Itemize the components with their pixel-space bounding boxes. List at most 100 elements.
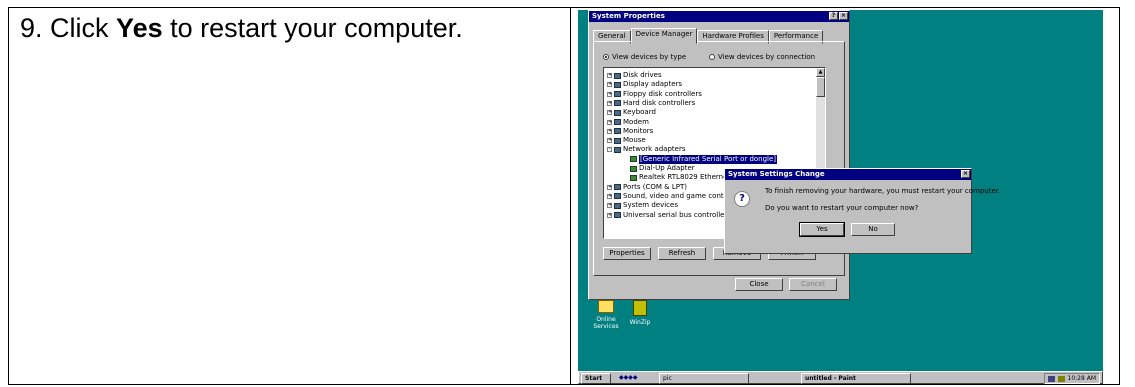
device-tree-item[interactable]: + Universal serial bus controller bbox=[607, 211, 727, 220]
radio-label: View devices by connection bbox=[718, 53, 816, 61]
device-icon bbox=[614, 146, 621, 153]
taskbar: Start ◆◆◆◆ pic untitled - Paint 10:28 AM bbox=[578, 371, 1103, 384]
expand-icon[interactable]: + bbox=[607, 203, 612, 209]
collapse-icon[interactable]: - bbox=[607, 147, 612, 153]
device-icon bbox=[630, 165, 637, 172]
winzip-icon bbox=[633, 300, 647, 316]
taskbar-item-pic[interactable]: pic bbox=[659, 373, 749, 384]
device-tree-item[interactable]: + Modem bbox=[607, 118, 649, 127]
step-before: Click bbox=[50, 13, 117, 43]
scroll-up-button[interactable]: ▲ bbox=[816, 68, 825, 77]
device-tree-item[interactable]: Dial-Up Adapter bbox=[630, 164, 695, 173]
device-tree-item[interactable]: + Display adapters bbox=[607, 80, 682, 89]
device-icon bbox=[614, 202, 621, 209]
radio-label: View devices by type bbox=[612, 53, 687, 61]
window-title: System Properties bbox=[592, 12, 665, 20]
radio-unselected-icon bbox=[709, 54, 715, 60]
desktop-icon-label: Online Services bbox=[593, 316, 619, 330]
device-tree-item[interactable]: + Mouse bbox=[607, 136, 646, 145]
device-label: Universal serial bus controller bbox=[623, 210, 728, 219]
tab-strip: General Device Manager Hardware Profiles… bbox=[593, 28, 824, 44]
device-icon bbox=[614, 184, 621, 191]
device-label: Ports (COM & LPT) bbox=[623, 182, 687, 191]
device-label: Mouse bbox=[623, 136, 646, 145]
device-tree-item[interactable]: + Keyboard bbox=[607, 108, 656, 117]
expand-icon[interactable]: + bbox=[607, 138, 612, 144]
expand-icon[interactable]: + bbox=[607, 82, 612, 88]
device-tree-item[interactable]: + Ports (COM & LPT) bbox=[607, 183, 687, 192]
device-label: System devices bbox=[623, 201, 678, 210]
window-close-button[interactable]: × bbox=[839, 12, 848, 20]
device-label: Keyboard bbox=[623, 108, 656, 117]
expand-icon[interactable]: + bbox=[607, 119, 612, 125]
expand-icon[interactable]: + bbox=[607, 91, 612, 97]
device-label: Sound, video and game contr bbox=[623, 191, 727, 200]
help-button[interactable]: ? bbox=[829, 12, 838, 20]
tray-volume-icon[interactable] bbox=[1057, 375, 1065, 382]
device-label: Disk drives bbox=[623, 71, 662, 79]
device-label: Hard disk controllers bbox=[623, 98, 696, 107]
device-tree-item[interactable]: + Disk drives bbox=[607, 71, 662, 80]
radio-view-by-connection[interactable]: View devices by connection bbox=[709, 53, 815, 61]
device-label: Realtek RTL8029 Etherne bbox=[639, 173, 728, 182]
close-button[interactable]: Close bbox=[735, 278, 783, 291]
device-label: Display adapters bbox=[623, 80, 683, 89]
device-label: [Generic Infrared Serial Port or dongle] bbox=[639, 154, 778, 164]
no-button[interactable]: No bbox=[851, 223, 895, 236]
dialog-message-1: To finish removing your hardware, you mu… bbox=[765, 187, 1001, 195]
device-icon bbox=[614, 137, 621, 144]
question-icon: ? bbox=[734, 191, 750, 207]
clock: 10:28 AM bbox=[1067, 375, 1096, 382]
desktop-icon-winzip[interactable]: WinZip bbox=[624, 300, 656, 326]
device-icon bbox=[614, 212, 621, 218]
system-properties-window: System Properties ? × General Device Man… bbox=[588, 10, 850, 300]
device-tree-item[interactable]: + Monitors bbox=[607, 127, 653, 136]
device-icon bbox=[614, 91, 621, 98]
device-icon bbox=[614, 193, 621, 200]
refresh-button[interactable]: Refresh bbox=[658, 247, 706, 260]
expand-icon[interactable]: + bbox=[607, 100, 612, 106]
device-icon bbox=[630, 174, 637, 181]
device-label: Floppy disk controllers bbox=[623, 89, 702, 98]
desktop-icon-label: WinZip bbox=[629, 319, 651, 326]
expand-icon[interactable]: + bbox=[607, 184, 612, 190]
radio-view-by-type[interactable]: View devices by type bbox=[603, 53, 686, 61]
step-number: 9. bbox=[20, 13, 43, 43]
properties-button[interactable]: Properties bbox=[603, 247, 651, 260]
device-tree-item[interactable]: + Floppy disk controllers bbox=[607, 90, 702, 99]
device-tree-item[interactable]: [Generic Infrared Serial Port or dongle] bbox=[630, 154, 778, 164]
device-label: Network adapters bbox=[623, 145, 686, 154]
expand-icon[interactable]: + bbox=[607, 110, 612, 116]
device-label: Modem bbox=[623, 117, 649, 126]
taskbar-item-paint[interactable]: untitled - Paint bbox=[801, 373, 911, 384]
radio-selected-icon bbox=[603, 54, 609, 60]
expand-icon[interactable]: + bbox=[607, 212, 612, 218]
device-tree-item[interactable]: + System devices bbox=[607, 201, 678, 210]
device-icon bbox=[614, 128, 621, 135]
instruction-text: 9. Click Yes to restart your computer. bbox=[20, 12, 463, 44]
device-tree-item[interactable]: + Sound, video and game contr bbox=[607, 192, 727, 201]
system-tray: 10:28 AM bbox=[1043, 373, 1100, 384]
device-tree-item[interactable]: - Network adapters bbox=[607, 145, 686, 154]
scroll-thumb[interactable] bbox=[816, 77, 825, 97]
expand-icon[interactable]: + bbox=[607, 73, 612, 78]
device-icon bbox=[630, 156, 637, 163]
dialog-titlebar: System Settings Change × bbox=[725, 169, 971, 180]
tab-device-manager[interactable]: Device Manager bbox=[630, 28, 698, 44]
tray-network-icon[interactable] bbox=[1047, 375, 1055, 382]
desktop-icon-online-services[interactable]: Online Services bbox=[590, 300, 622, 330]
cell-divider bbox=[570, 7, 571, 385]
screenshot: Online Services WinZip System Properties… bbox=[578, 10, 1103, 384]
step-keyword: Yes bbox=[116, 13, 163, 43]
window-titlebar: System Properties ? × bbox=[589, 11, 849, 22]
folder-icon bbox=[598, 300, 614, 313]
dialog-close-button[interactable]: × bbox=[961, 170, 970, 178]
device-tree-item[interactable]: + Hard disk controllers bbox=[607, 99, 695, 108]
expand-icon[interactable]: + bbox=[607, 128, 612, 134]
cancel-button[interactable]: Cancel bbox=[789, 278, 837, 291]
start-button[interactable]: Start bbox=[581, 373, 611, 384]
expand-icon[interactable]: + bbox=[607, 193, 612, 199]
device-tree-item[interactable]: Realtek RTL8029 Etherne bbox=[630, 173, 727, 182]
quick-launch-icons[interactable]: ◆◆◆◆ bbox=[619, 374, 653, 382]
yes-button[interactable]: Yes bbox=[799, 222, 845, 237]
